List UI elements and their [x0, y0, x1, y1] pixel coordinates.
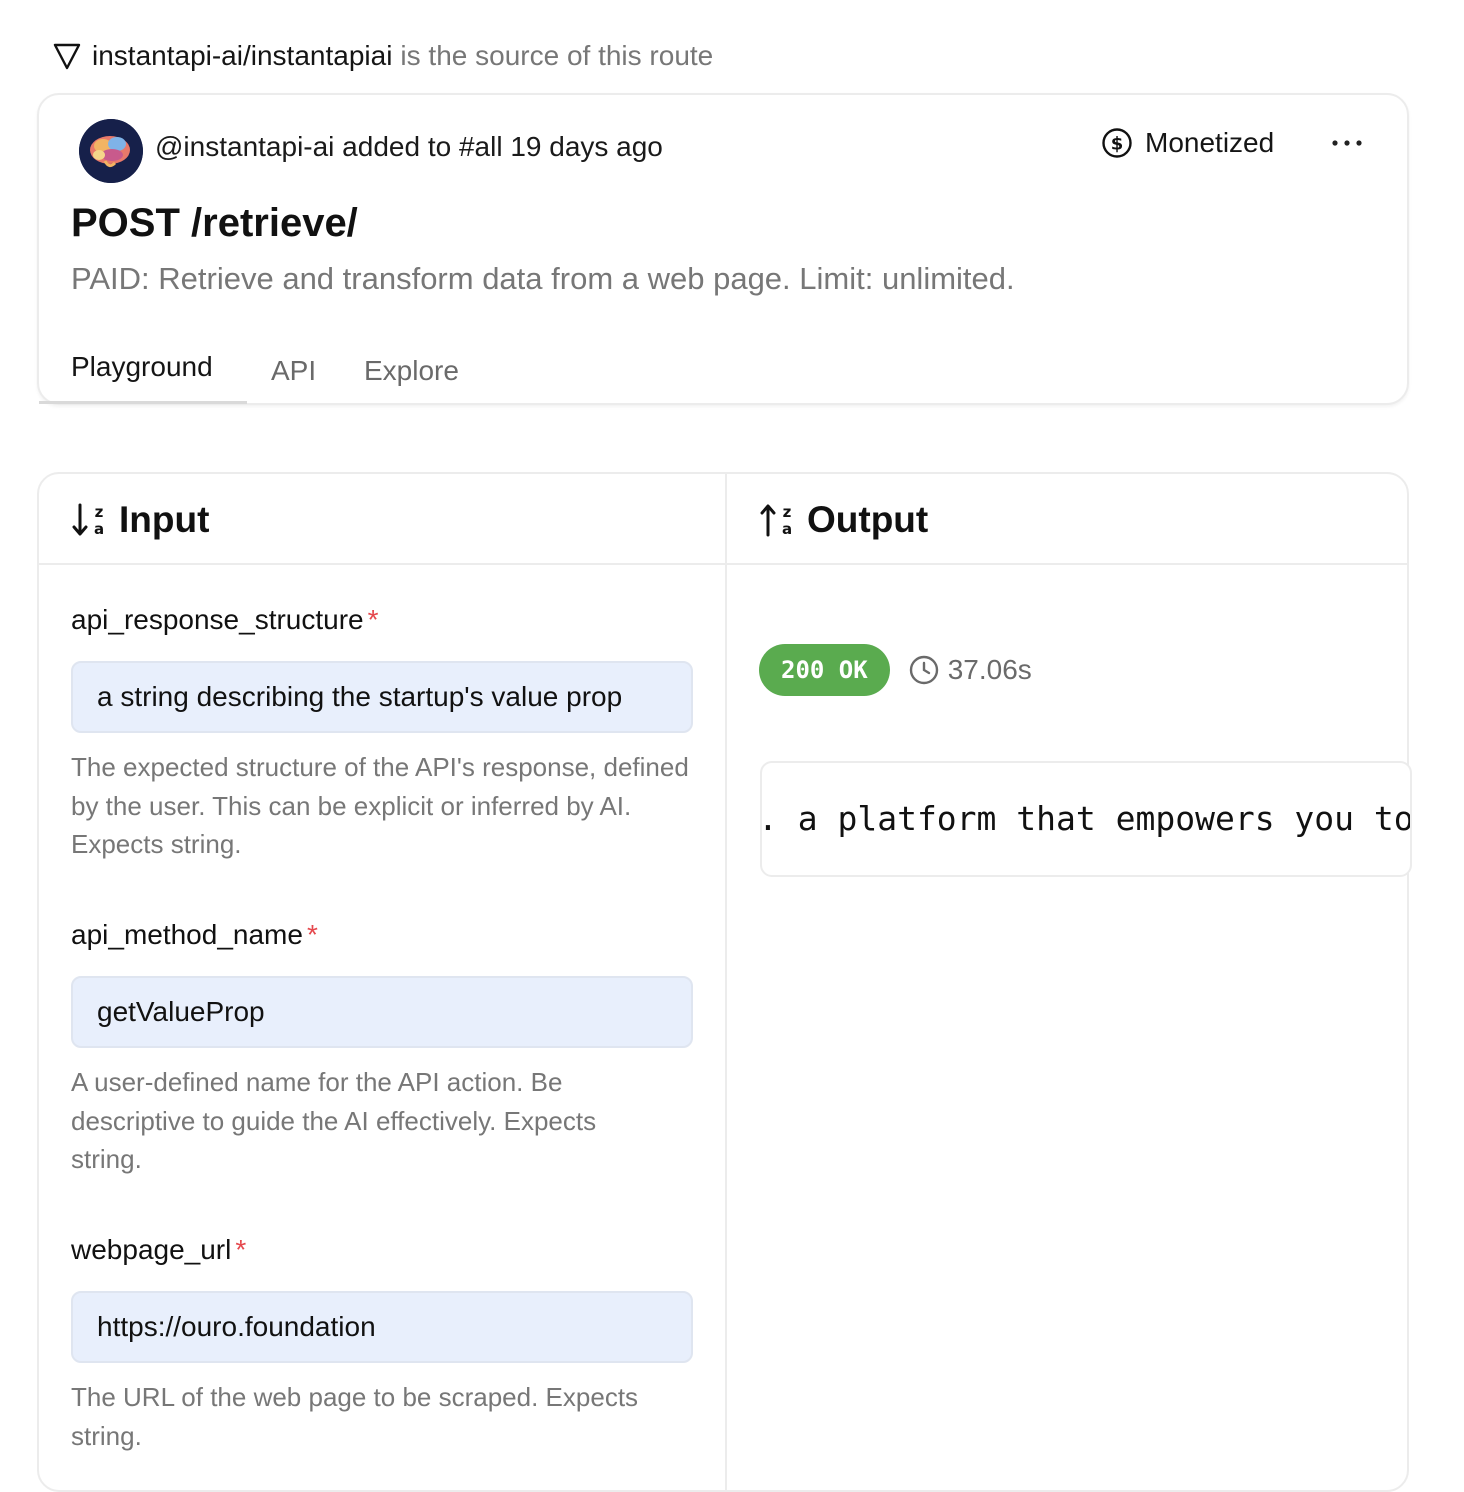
- field-label-api-method-name: api_method_name *: [71, 919, 318, 951]
- webpage-url-input[interactable]: [71, 1291, 693, 1363]
- panel-divider: [725, 474, 727, 1490]
- more-horizontal-icon: [1332, 140, 1362, 146]
- sort-up-az-icon: z a: [760, 503, 792, 538]
- dollar-circle-icon: $: [1102, 128, 1132, 158]
- header-divider: [39, 563, 1407, 565]
- field-name: api_method_name: [71, 919, 303, 950]
- field-name: api_response_structure: [71, 604, 364, 635]
- output-heading-label: Output: [807, 499, 929, 540]
- output-box[interactable]: . a platform that empowers you to e: [760, 761, 1412, 877]
- svg-text:a: a: [782, 520, 792, 538]
- status-badge: 200 OK: [759, 644, 890, 696]
- avatar[interactable]: [79, 119, 143, 183]
- sort-down-az-icon: z a: [72, 503, 104, 538]
- field-label-api-response-structure: api_response_structure *: [71, 604, 379, 636]
- monetized-badge: $ Monetized: [1101, 125, 1274, 161]
- route-description: PAID: Retrieve and transform data from a…: [71, 261, 1015, 296]
- field-label-webpage-url: webpage_url *: [71, 1234, 246, 1266]
- response-status: 200 OK 37.06s: [759, 644, 1032, 696]
- input-heading-label: Input: [119, 499, 210, 540]
- output-heading: z a Output: [759, 498, 928, 542]
- svg-text:a: a: [94, 520, 104, 538]
- required-marker: *: [367, 604, 379, 635]
- route-card: @instantapi-ai added to #all 19 days ago…: [37, 93, 1409, 405]
- duration-value: 37.06s: [947, 654, 1032, 685]
- tab-api[interactable]: API: [271, 355, 316, 387]
- added-by-text: @instantapi-ai added to #all 19 days ago: [155, 131, 663, 162]
- svg-text:z: z: [95, 503, 104, 521]
- api-response-structure-input[interactable]: [71, 661, 693, 733]
- svg-text:z: z: [783, 503, 792, 521]
- field-help-api-method-name: A user-defined name for the API action. …: [71, 1067, 597, 1174]
- route-title: POST /retrieve/: [71, 201, 358, 245]
- triangle-down-icon: [53, 43, 81, 70]
- required-marker: *: [235, 1234, 247, 1265]
- tab-explore[interactable]: Explore: [364, 355, 459, 387]
- svg-text:$: $: [1111, 134, 1124, 155]
- field-help-api-response-structure: The expected structure of the API's resp…: [71, 752, 689, 859]
- field-help-webpage-url: The URL of the web page to be scraped. E…: [71, 1382, 639, 1451]
- monetized-label: Monetized: [1145, 127, 1275, 158]
- source-repo-link[interactable]: instantapi-ai/instantapiai: [92, 40, 392, 72]
- playground-panel: z a Input z a Output api_response_struct…: [37, 472, 1412, 1492]
- tab-playground[interactable]: Playground: [71, 351, 213, 383]
- route-source: instantapi-ai/instantapiai is the source…: [52, 38, 713, 74]
- field-name: webpage_url: [71, 1234, 232, 1265]
- output-text: . a platform that empowers you to e: [760, 799, 1412, 838]
- required-marker: *: [306, 919, 318, 950]
- source-suffix: is the source of this route: [400, 40, 714, 71]
- active-tab-indicator: [39, 401, 247, 404]
- input-heading: z a Input: [71, 498, 209, 542]
- avatar-brain-icon: [79, 119, 143, 183]
- more-options-button[interactable]: [1327, 123, 1367, 163]
- clock-icon: [909, 655, 938, 685]
- response-duration: 37.06s: [908, 654, 1032, 686]
- api-method-name-input[interactable]: [71, 976, 693, 1048]
